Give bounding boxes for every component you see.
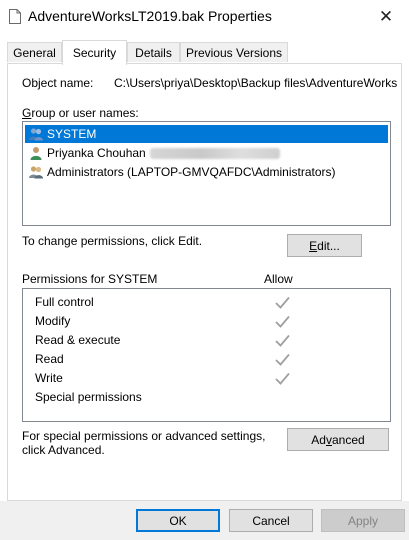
- check-icon: [275, 353, 290, 366]
- cancel-button[interactable]: Cancel: [229, 509, 313, 532]
- tab-label: Details: [135, 45, 172, 60]
- list-item-priyanka[interactable]: Priyanka Chouhan: [25, 144, 388, 162]
- file-icon: [9, 9, 21, 24]
- tab-general[interactable]: General: [7, 42, 62, 62]
- user-icon: [30, 147, 42, 160]
- advanced-hint-line2: click Advanced.: [22, 443, 105, 457]
- edit-button-label-rest: dit...: [317, 238, 340, 253]
- close-icon: ✕: [378, 7, 394, 26]
- check-icon: [275, 296, 290, 309]
- advanced-button[interactable]: Ad v anced: [287, 428, 389, 451]
- apply-button[interactable]: Apply: [321, 509, 405, 532]
- user-name: SYSTEM: [47, 127, 97, 141]
- permission-name: Read & execute: [35, 333, 121, 347]
- window-title: AdventureWorksLT2019.bak Properties: [28, 8, 272, 24]
- user-name: Administrators (LAPTOP-GMVQAFDC\Administ…: [47, 165, 336, 179]
- tab-label: Security: [72, 46, 117, 60]
- users-group-icon: [29, 166, 43, 179]
- advanced-button-label-rest: anced: [331, 432, 365, 447]
- permission-name: Special permissions: [35, 390, 142, 404]
- permission-row: Full control: [35, 293, 385, 312]
- edit-button-accelerator: E: [309, 238, 318, 253]
- advanced-hint-line1: For special permissions or advanced sett…: [22, 429, 266, 443]
- tab-details[interactable]: Details: [127, 42, 180, 62]
- list-item-administrators[interactable]: Administrators (LAPTOP-GMVQAFDC\Administ…: [25, 163, 388, 181]
- tab-label: General: [13, 45, 56, 60]
- check-icon: [275, 334, 290, 347]
- permission-name: Modify: [35, 314, 71, 328]
- redacted-email: [149, 147, 280, 159]
- permission-row: Special permissions: [35, 388, 385, 407]
- edit-button[interactable]: Edit...: [287, 234, 362, 257]
- close-button[interactable]: ✕: [363, 0, 409, 34]
- tab-previous-versions[interactable]: Previous Versions: [180, 42, 288, 62]
- permission-row: Read & execute: [35, 331, 385, 350]
- tab-label: Previous Versions: [185, 45, 283, 60]
- list-item-system[interactable]: SYSTEM: [25, 125, 388, 143]
- permission-row: Read: [35, 350, 385, 369]
- ok-button-label: OK: [169, 513, 187, 528]
- permission-name: Full control: [35, 295, 94, 309]
- tab-strip: General Security Details Previous Versio…: [7, 40, 403, 65]
- permission-name: Read: [35, 352, 64, 366]
- group-user-list[interactable]: SYSTEM Priyanka Chouhan Administrators (…: [22, 121, 391, 226]
- ok-button[interactable]: OK: [136, 509, 220, 532]
- group-list-label: Group or user names:: [22, 106, 139, 120]
- users-group-icon: [29, 128, 43, 141]
- cancel-button-label: Cancel: [252, 513, 290, 528]
- change-permissions-hint: To change permissions, click Edit.: [22, 234, 203, 248]
- permissions-label: Permissions for SYSTEM: [22, 272, 158, 286]
- object-name-value: C:\Users\priya\Desktop\Backup files\Adve…: [114, 76, 398, 90]
- object-name-label: Object name:: [22, 76, 94, 90]
- allow-column-header: Allow: [264, 272, 293, 286]
- check-icon: [275, 315, 290, 328]
- permission-row: Write: [35, 369, 385, 388]
- apply-button-label: Apply: [347, 513, 379, 528]
- user-name: Priyanka Chouhan: [47, 146, 146, 160]
- tab-security[interactable]: Security: [62, 40, 127, 65]
- check-icon: [275, 372, 290, 385]
- permissions-list: Full control Modify Read & execute Read …: [22, 288, 391, 422]
- title-bar: AdventureWorksLT2019.bak Properties ✕: [0, 0, 409, 34]
- permission-row: Modify: [35, 312, 385, 331]
- permission-name: Write: [35, 371, 63, 385]
- advanced-button-label: Ad: [311, 432, 326, 447]
